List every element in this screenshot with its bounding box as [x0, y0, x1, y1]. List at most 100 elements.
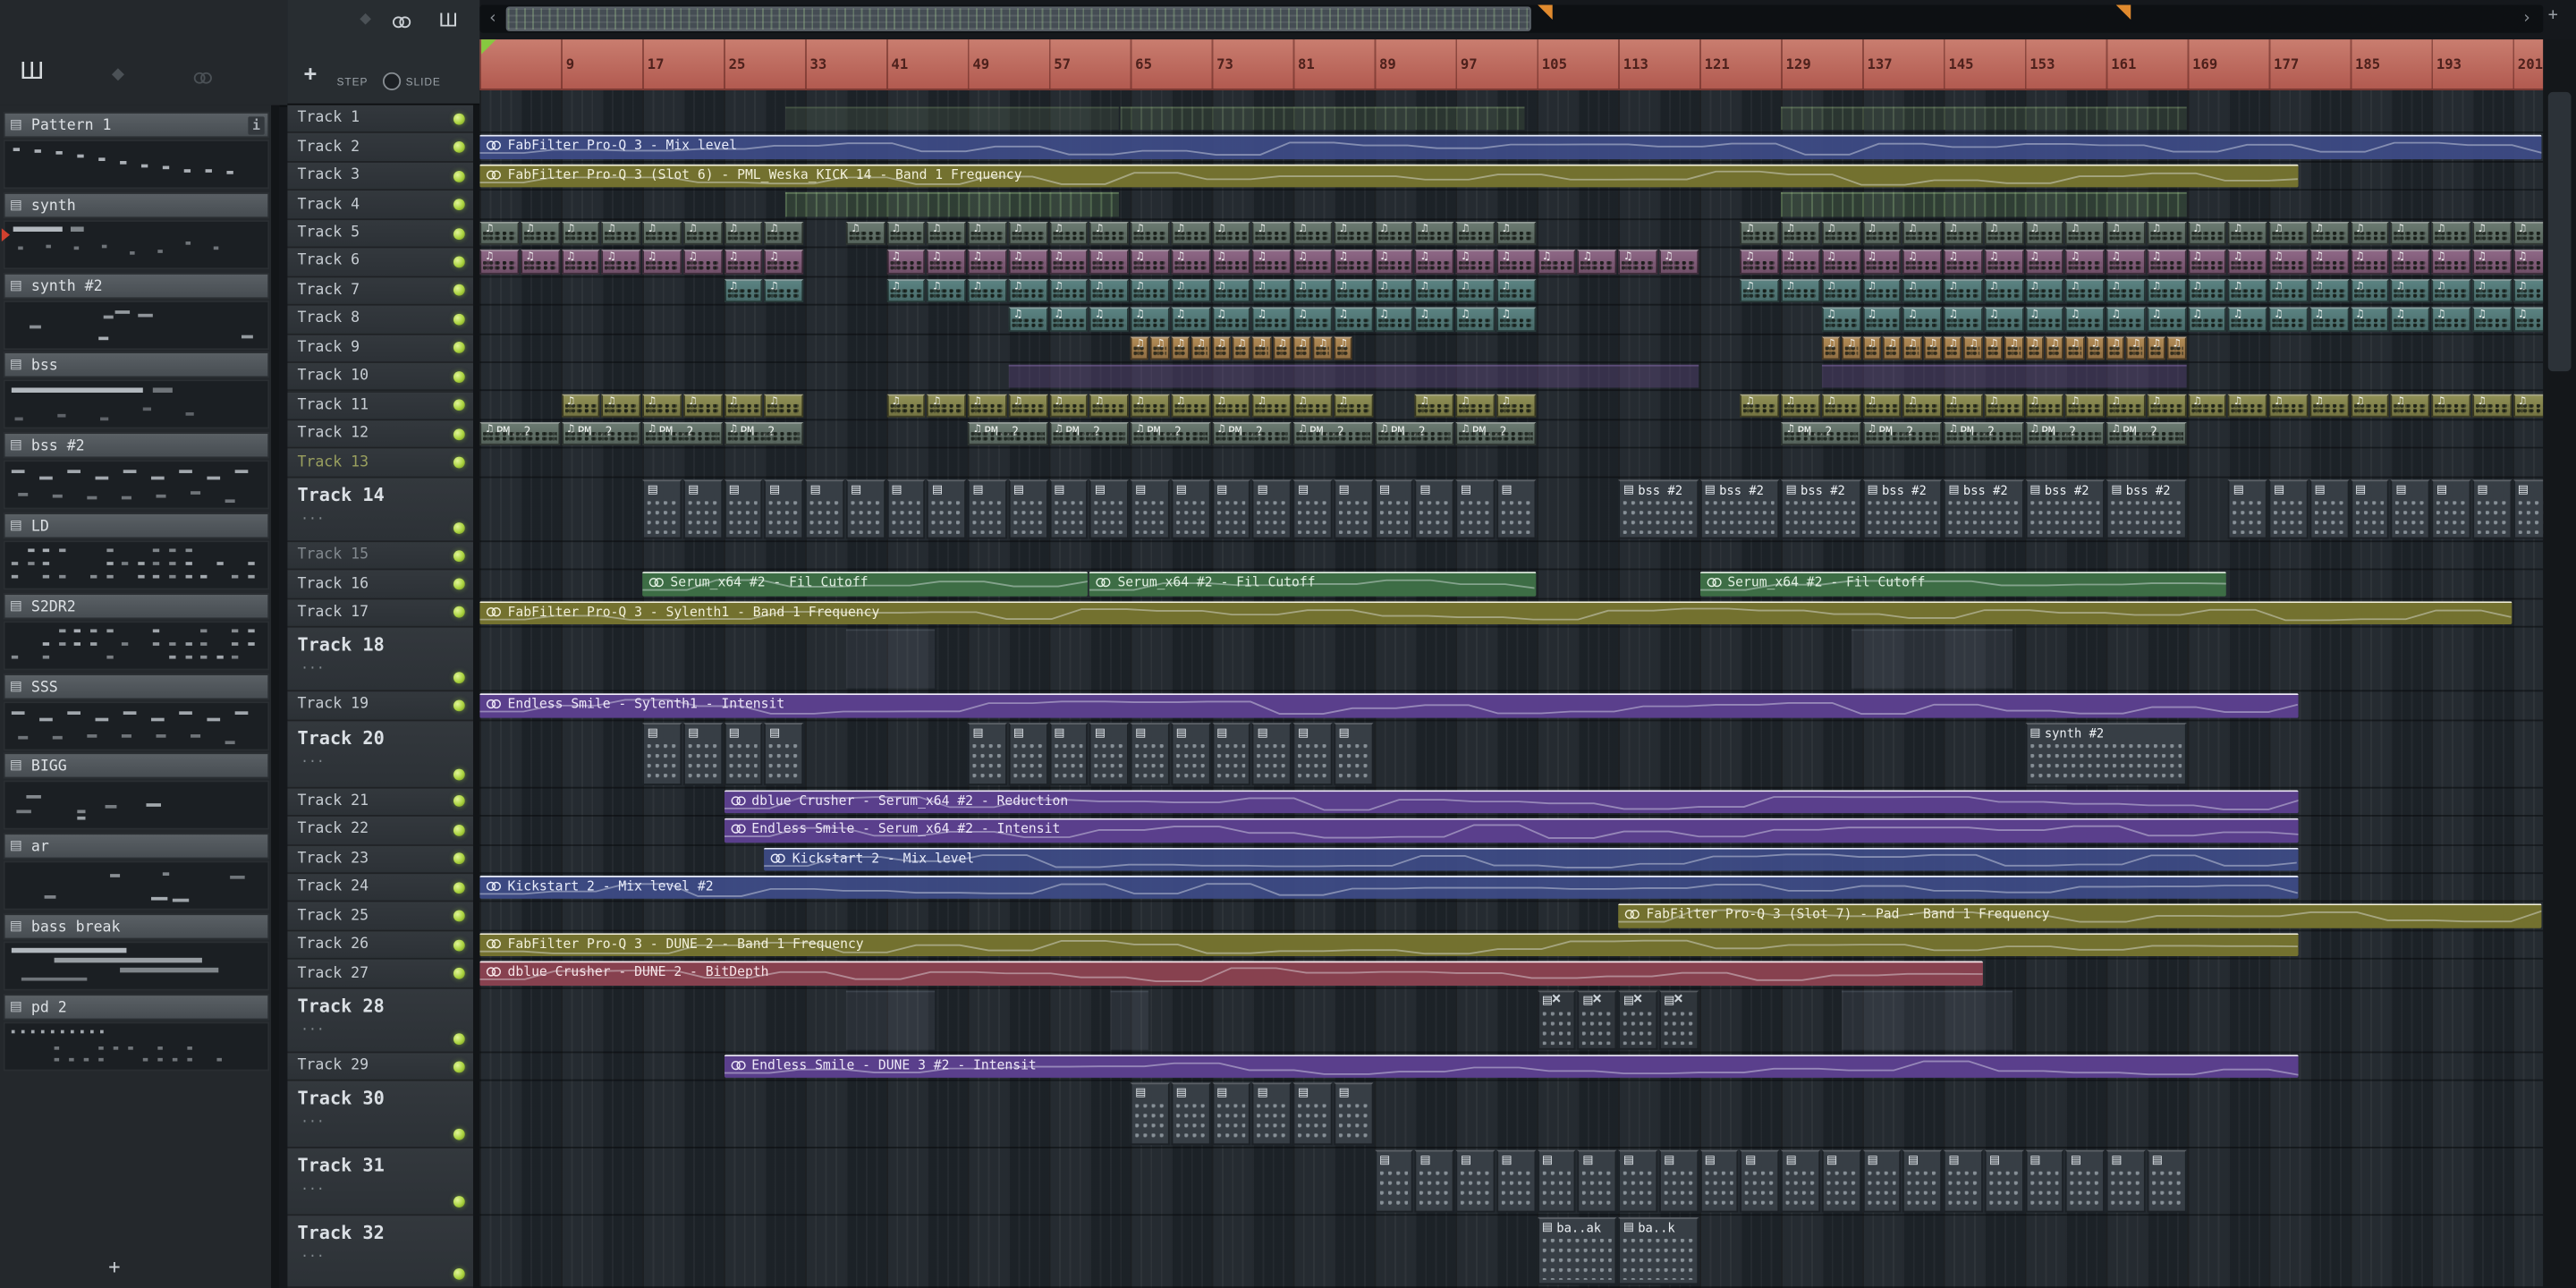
add-clip-button[interactable]: + [304, 63, 317, 88]
pattern-clip[interactable]: ▤ [1414, 479, 1454, 539]
pattern-clip[interactable]: ♫ [642, 393, 682, 418]
pattern-clip[interactable]: ▤ [1984, 1150, 2023, 1213]
pattern-clip[interactable]: ♫ [1842, 335, 1861, 360]
pattern-clip[interactable]: ♫ [1821, 307, 1861, 332]
track-header[interactable]: Track 1 [287, 105, 473, 134]
automation-clip[interactable]: FabFilter Pro-Q 3 (Slot 7) - Pad - Band … [1618, 904, 2542, 928]
pattern-clip[interactable]: ▤ [1455, 1150, 1495, 1213]
automation-clip[interactable]: FabFilter Pro-Q 3 (Slot 6) - PML_Weska_K… [479, 164, 2298, 188]
pattern-clip[interactable]: ▤ bss #2 [1618, 479, 1699, 539]
track-mute-led[interactable] [453, 342, 465, 354]
pattern-clip[interactable]: ♫ PM..2 [1781, 421, 1861, 446]
clip-ghost[interactable] [1109, 990, 1149, 1050]
pattern-clip[interactable]: ▤ [642, 479, 682, 539]
pattern-clip[interactable]: ▤ [1292, 1082, 1333, 1146]
pattern-clip[interactable]: ▤ [1211, 479, 1251, 539]
track-mute-led[interactable] [453, 170, 465, 182]
pattern-clip[interactable]: ♫ [2106, 221, 2146, 246]
pattern-clip[interactable]: ♫ [1496, 250, 1536, 275]
pattern-clip[interactable]: ♫ [1455, 221, 1495, 246]
automation-clip[interactable]: Endless Smile - Serum_x64 #2 - Intensit [724, 818, 2298, 843]
horizontal-scrollbar[interactable]: ‹ › [479, 4, 2544, 33]
track-mute-led[interactable] [453, 852, 465, 865]
pattern-clip[interactable]: ♫ [2309, 250, 2349, 275]
pattern-clip[interactable]: ♫ [2004, 335, 2023, 360]
pattern-clip[interactable]: ▤ [1333, 479, 1373, 539]
pattern-clip[interactable]: ♫ PM..2 [1374, 421, 1454, 446]
pattern-clip[interactable]: ♫ [2065, 221, 2105, 246]
pattern-clip[interactable]: ♫ [1008, 221, 1047, 246]
pattern-clip[interactable]: ♫ [2512, 278, 2544, 303]
track-lane[interactable] [479, 449, 2544, 479]
pattern-clip[interactable]: ♫ [1821, 335, 1841, 360]
pattern-item[interactable]: ▤ SSS [3, 673, 270, 699]
pattern-clip[interactable]: ♫ [1089, 307, 1129, 332]
pattern-clip[interactable]: ▤ [1618, 1150, 1657, 1213]
pattern-preview[interactable] [3, 700, 270, 750]
pattern-clip[interactable]: ♫ [1781, 221, 1820, 246]
pattern-clip[interactable]: ▤ [1048, 479, 1089, 539]
pattern-preview[interactable] [3, 860, 270, 911]
pattern-clip[interactable]: ▤ [764, 722, 804, 785]
track-mute-led[interactable] [453, 938, 465, 951]
pattern-clip[interactable]: ♫ [1984, 307, 2023, 332]
pattern-clip[interactable]: ♫ [1455, 278, 1495, 303]
track-header[interactable]: Track 15 [287, 541, 473, 571]
pattern-clip[interactable]: ♫ [2065, 307, 2105, 332]
automation-clip[interactable]: Serum_x64 #2 - Fil Cutoff [1699, 572, 2227, 597]
pattern-clip[interactable]: ▤ [1171, 1082, 1210, 1146]
track-header[interactable]: Track 22 [287, 817, 473, 846]
pattern-clip[interactable]: ♫ [2065, 278, 2105, 303]
pattern-clip[interactable]: ▤ [2471, 479, 2512, 539]
automation-clip[interactable]: FabFilter Pro-Q 3 - Mix level [479, 135, 2542, 159]
pattern-clip[interactable]: ♫ [2350, 278, 2390, 303]
pattern-clip[interactable]: ♫ [2268, 393, 2309, 418]
track-mute-led[interactable] [453, 256, 465, 268]
muted-pattern-clip[interactable]: ▤ × [1577, 990, 1617, 1050]
pattern-clip[interactable]: ♫ [2390, 221, 2430, 246]
pattern-clip[interactable]: ▤ [2309, 479, 2349, 539]
pattern-clip[interactable]: ♫ [1943, 250, 1983, 275]
pattern-clip[interactable]: ♫ [764, 393, 804, 418]
pattern-clip[interactable]: ♫ [2045, 335, 2064, 360]
track-header[interactable]: Track 2 [287, 133, 473, 163]
pattern-clip[interactable]: ♫ [1008, 393, 1047, 418]
pattern-clip[interactable]: ▤ ba..k [1618, 1217, 1699, 1285]
pattern-clip[interactable]: ♫ PM..2 [1048, 421, 1129, 446]
pattern-preview[interactable] [3, 140, 270, 190]
pattern-clip[interactable]: ♫ [1963, 335, 1983, 360]
track-header[interactable]: Track 31... [287, 1148, 473, 1216]
pattern-clip[interactable]: ♫ [2106, 335, 2125, 360]
pattern-clip[interactable]: ▤ [1130, 1082, 1170, 1146]
pattern-clip[interactable]: ▤ [2024, 1150, 2064, 1213]
pattern-clip[interactable]: ♫ [1191, 335, 1210, 360]
track-mute-led[interactable] [453, 428, 465, 440]
track-mute-led[interactable] [453, 910, 465, 922]
pattern-clip[interactable]: ♫ [2024, 278, 2064, 303]
pattern-clip[interactable]: ▤ [1781, 1150, 1820, 1213]
pattern-clip[interactable]: ♫ [1861, 307, 1902, 332]
pattern-clip[interactable]: ♫ [927, 393, 966, 418]
pattern-clip[interactable]: ♫ PM..2 [1292, 421, 1373, 446]
automation-clip[interactable]: Kickstart 2 - Mix level #2 [479, 875, 2298, 900]
pattern-clip[interactable]: ♫ [1984, 221, 2023, 246]
pattern-clip[interactable]: ♫ PM..2 [1861, 421, 1943, 446]
pattern-item[interactable]: ▤ synth #2 [3, 272, 270, 299]
pattern-clip[interactable]: ♫ [2390, 307, 2430, 332]
clip-ghost[interactable] [845, 990, 936, 1050]
track-mute-led[interactable] [453, 1267, 465, 1280]
track-header[interactable]: Track 32... [287, 1216, 473, 1288]
pattern-clip[interactable]: ▤ [1252, 722, 1292, 785]
pattern-clip[interactable]: ♫ [1902, 278, 1943, 303]
pattern-clip[interactable]: ♫ [2309, 278, 2349, 303]
pattern-clip[interactable]: ▤ [2106, 1150, 2146, 1213]
pattern-clip[interactable]: ♫ [1943, 307, 1983, 332]
automation-clip[interactable]: FabFilter Pro-Q 3 - DUNE 2 - Band 1 Freq… [479, 933, 2298, 957]
track-header[interactable]: Track 19 [287, 691, 473, 721]
track-header[interactable]: Track 16 [287, 570, 473, 599]
pattern-clip[interactable]: ♫ [642, 250, 682, 275]
pattern-clip[interactable]: ♫ [682, 393, 723, 418]
pattern-clip[interactable]: ♫ [1292, 221, 1333, 246]
playlist-grid[interactable]: FabFilter Pro-Q 3 - Mix level FabFilter P… [479, 90, 2544, 1288]
pattern-clip[interactable]: ♫ [1232, 335, 1251, 360]
